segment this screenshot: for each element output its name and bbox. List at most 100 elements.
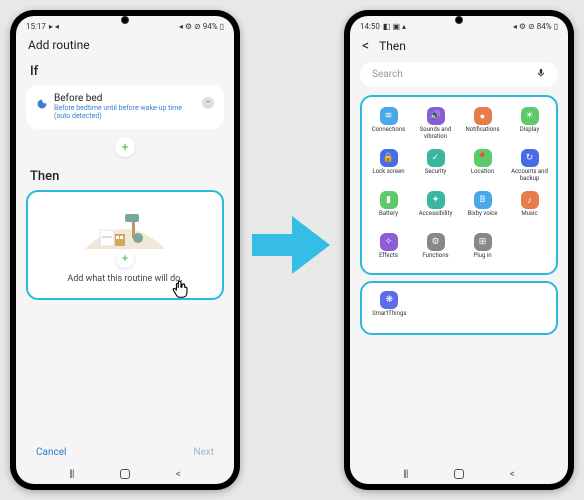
grid-item-label: Sounds and vibration: [415, 127, 456, 141]
smartthings-icon: ❋: [380, 291, 398, 309]
condition-subtitle: Before bedtime until before wake-up time…: [54, 104, 196, 121]
nav-back-button[interactable]: <: [176, 469, 181, 480]
status-time: 15:17: [26, 22, 46, 31]
sounds-and-vibration-icon: 🔊: [427, 107, 445, 125]
plus-icon: +: [122, 140, 129, 154]
grid-item-sounds-and-vibration[interactable]: 🔊 Sounds and vibration: [413, 105, 458, 143]
grid-item-smartthings[interactable]: ❋ SmartThings: [366, 289, 413, 327]
grid-item-effects[interactable]: ✧ Effects: [366, 231, 411, 269]
grid-item-label: Lock screen: [372, 169, 404, 183]
grid-item-label: Connections: [372, 127, 406, 141]
hand-cursor-icon: [170, 278, 192, 304]
nav-recent-button[interactable]: |||: [403, 469, 407, 480]
grid-item-label: Accounts and backup: [509, 169, 550, 183]
accessibility-icon: ✦: [427, 191, 445, 209]
condition-title: Before bed: [54, 93, 196, 104]
grid-item-label: Effects: [379, 253, 398, 267]
grid-item-label: Notifications: [465, 127, 499, 141]
then-illustration: [80, 204, 170, 254]
then-section-label: Then: [16, 163, 234, 188]
plus-icon: +: [122, 252, 128, 265]
back-button[interactable]: <: [362, 38, 369, 54]
if-section-label: If: [16, 58, 234, 83]
grid-item-display[interactable]: ☀ Display: [507, 105, 552, 143]
security-icon: ✓: [427, 149, 445, 167]
nav-bar: ||| <: [350, 462, 568, 484]
grid-item-label: Music: [521, 211, 537, 225]
grid-item-connections[interactable]: ≋ Connections: [366, 105, 411, 143]
status-network-icon: ◂ ⚙ ⊘: [513, 22, 535, 31]
moon-icon: [36, 95, 48, 114]
nav-recent-button[interactable]: |||: [69, 469, 73, 480]
grid-item-label: Functions: [422, 253, 448, 267]
remove-condition-button[interactable]: −: [202, 97, 214, 109]
grid-item-label: Battery: [379, 211, 398, 225]
status-network-icon: ◂ ⚙ ⊘: [179, 22, 201, 31]
grid-item-plug-in[interactable]: ⊞ Plug in: [460, 231, 505, 269]
camera-cutout: [121, 16, 129, 24]
nav-home-button[interactable]: [120, 469, 130, 479]
cancel-button[interactable]: Cancel: [36, 447, 66, 458]
grid-item-music[interactable]: ♪ Music: [507, 189, 552, 227]
phone-frame-left: 15:17 ▸ ◂ ◂ ⚙ ⊘ 94% ▯ Add routine If Bef…: [10, 10, 240, 490]
page-title: Then: [379, 39, 406, 53]
phone-frame-right: 14:50 ◧ ▣ ▴ ◂ ⚙ ⊘ 84% ▯ < Then Search ≋ C…: [344, 10, 574, 490]
battery-icon: ▯: [220, 22, 224, 31]
status-icons-left: ▸ ◂: [49, 22, 59, 31]
screen-left: 15:17 ▸ ◂ ◂ ⚙ ⊘ 94% ▯ Add routine If Bef…: [16, 16, 234, 484]
nav-back-button[interactable]: <: [510, 469, 515, 480]
lock-screen-icon: 🔒: [380, 149, 398, 167]
next-button[interactable]: Next: [193, 447, 214, 458]
search-input[interactable]: Search: [360, 62, 558, 87]
nav-bar: ||| <: [16, 462, 234, 484]
accounts-and-backup-icon: ↻: [521, 149, 539, 167]
notifications-icon: ●: [474, 107, 492, 125]
grid-item-location[interactable]: 📍Location: [460, 147, 505, 185]
grid-item-notifications[interactable]: ● Notifications: [460, 105, 505, 143]
grid-item-accessibility[interactable]: ✦ Accessibility: [413, 189, 458, 227]
grid-item-security[interactable]: ✓ Security: [413, 147, 458, 185]
actions-grid: ≋ Connections 🔊 Sounds and vibration ● Notifi…: [366, 105, 552, 269]
grid-item-battery[interactable]: ▮ Battery: [366, 189, 411, 227]
then-card[interactable]: + Add what this routine will do.: [26, 190, 224, 300]
status-battery: 84%: [537, 22, 552, 31]
status-battery: 94%: [203, 22, 218, 31]
grid-item-label: Bixby voice: [468, 211, 498, 225]
grid-item-functions[interactable]: ⚙ Functions: [413, 231, 458, 269]
condition-text: Before bed Before bedtime until before w…: [54, 93, 196, 121]
screen-right: 14:50 ◧ ▣ ▴ ◂ ⚙ ⊘ 84% ▯ < Then Search ≋ C…: [350, 16, 568, 484]
search-placeholder: Search: [372, 69, 403, 80]
grid-item-label: Accessibility: [419, 211, 453, 225]
battery-icon: ▮: [380, 191, 398, 209]
add-condition-button[interactable]: +: [115, 137, 135, 157]
connections-icon: ≋: [380, 107, 398, 125]
grid-item-lock-screen[interactable]: 🔒 Lock screen: [366, 147, 411, 185]
display-icon: ☀: [521, 107, 539, 125]
music-icon: ♪: [521, 191, 539, 209]
status-time: 14:50: [360, 22, 380, 31]
grid-item-accounts-and-backup[interactable]: ↻ Accounts and backup: [507, 147, 552, 185]
functions-icon: ⚙: [427, 233, 445, 251]
smartthings-card: ❋ SmartThings: [360, 281, 558, 335]
grid-item-label: Plug in: [473, 253, 491, 267]
grid-item-label: SmartThings: [372, 311, 406, 325]
status-icons-left: ◧ ▣ ▴: [383, 22, 406, 31]
effects-icon: ✧: [380, 233, 398, 251]
camera-cutout: [455, 16, 463, 24]
add-action-button[interactable]: +: [116, 250, 134, 268]
grid-item-bixby-voice[interactable]: B Bixby voice: [460, 189, 505, 227]
bottom-actions: Cancel Next: [16, 443, 234, 462]
nav-home-button[interactable]: [454, 469, 464, 479]
arrow-icon: [252, 210, 332, 284]
grid-item-label: Display: [520, 127, 539, 141]
header: < Then: [350, 34, 568, 60]
grid-item-label: Security: [425, 169, 447, 183]
actions-grid-card: ≋ Connections 🔊 Sounds and vibration ● Notifi…: [360, 95, 558, 275]
mic-icon[interactable]: [536, 68, 546, 81]
page-title: Add routine: [16, 34, 234, 58]
condition-card-before-bed[interactable]: Before bed Before bedtime until before w…: [26, 85, 224, 129]
battery-icon: ▯: [554, 22, 558, 31]
bixby-voice-icon: B: [474, 191, 492, 209]
plug-in-icon: ⊞: [474, 233, 492, 251]
location-icon: 📍: [474, 149, 492, 167]
